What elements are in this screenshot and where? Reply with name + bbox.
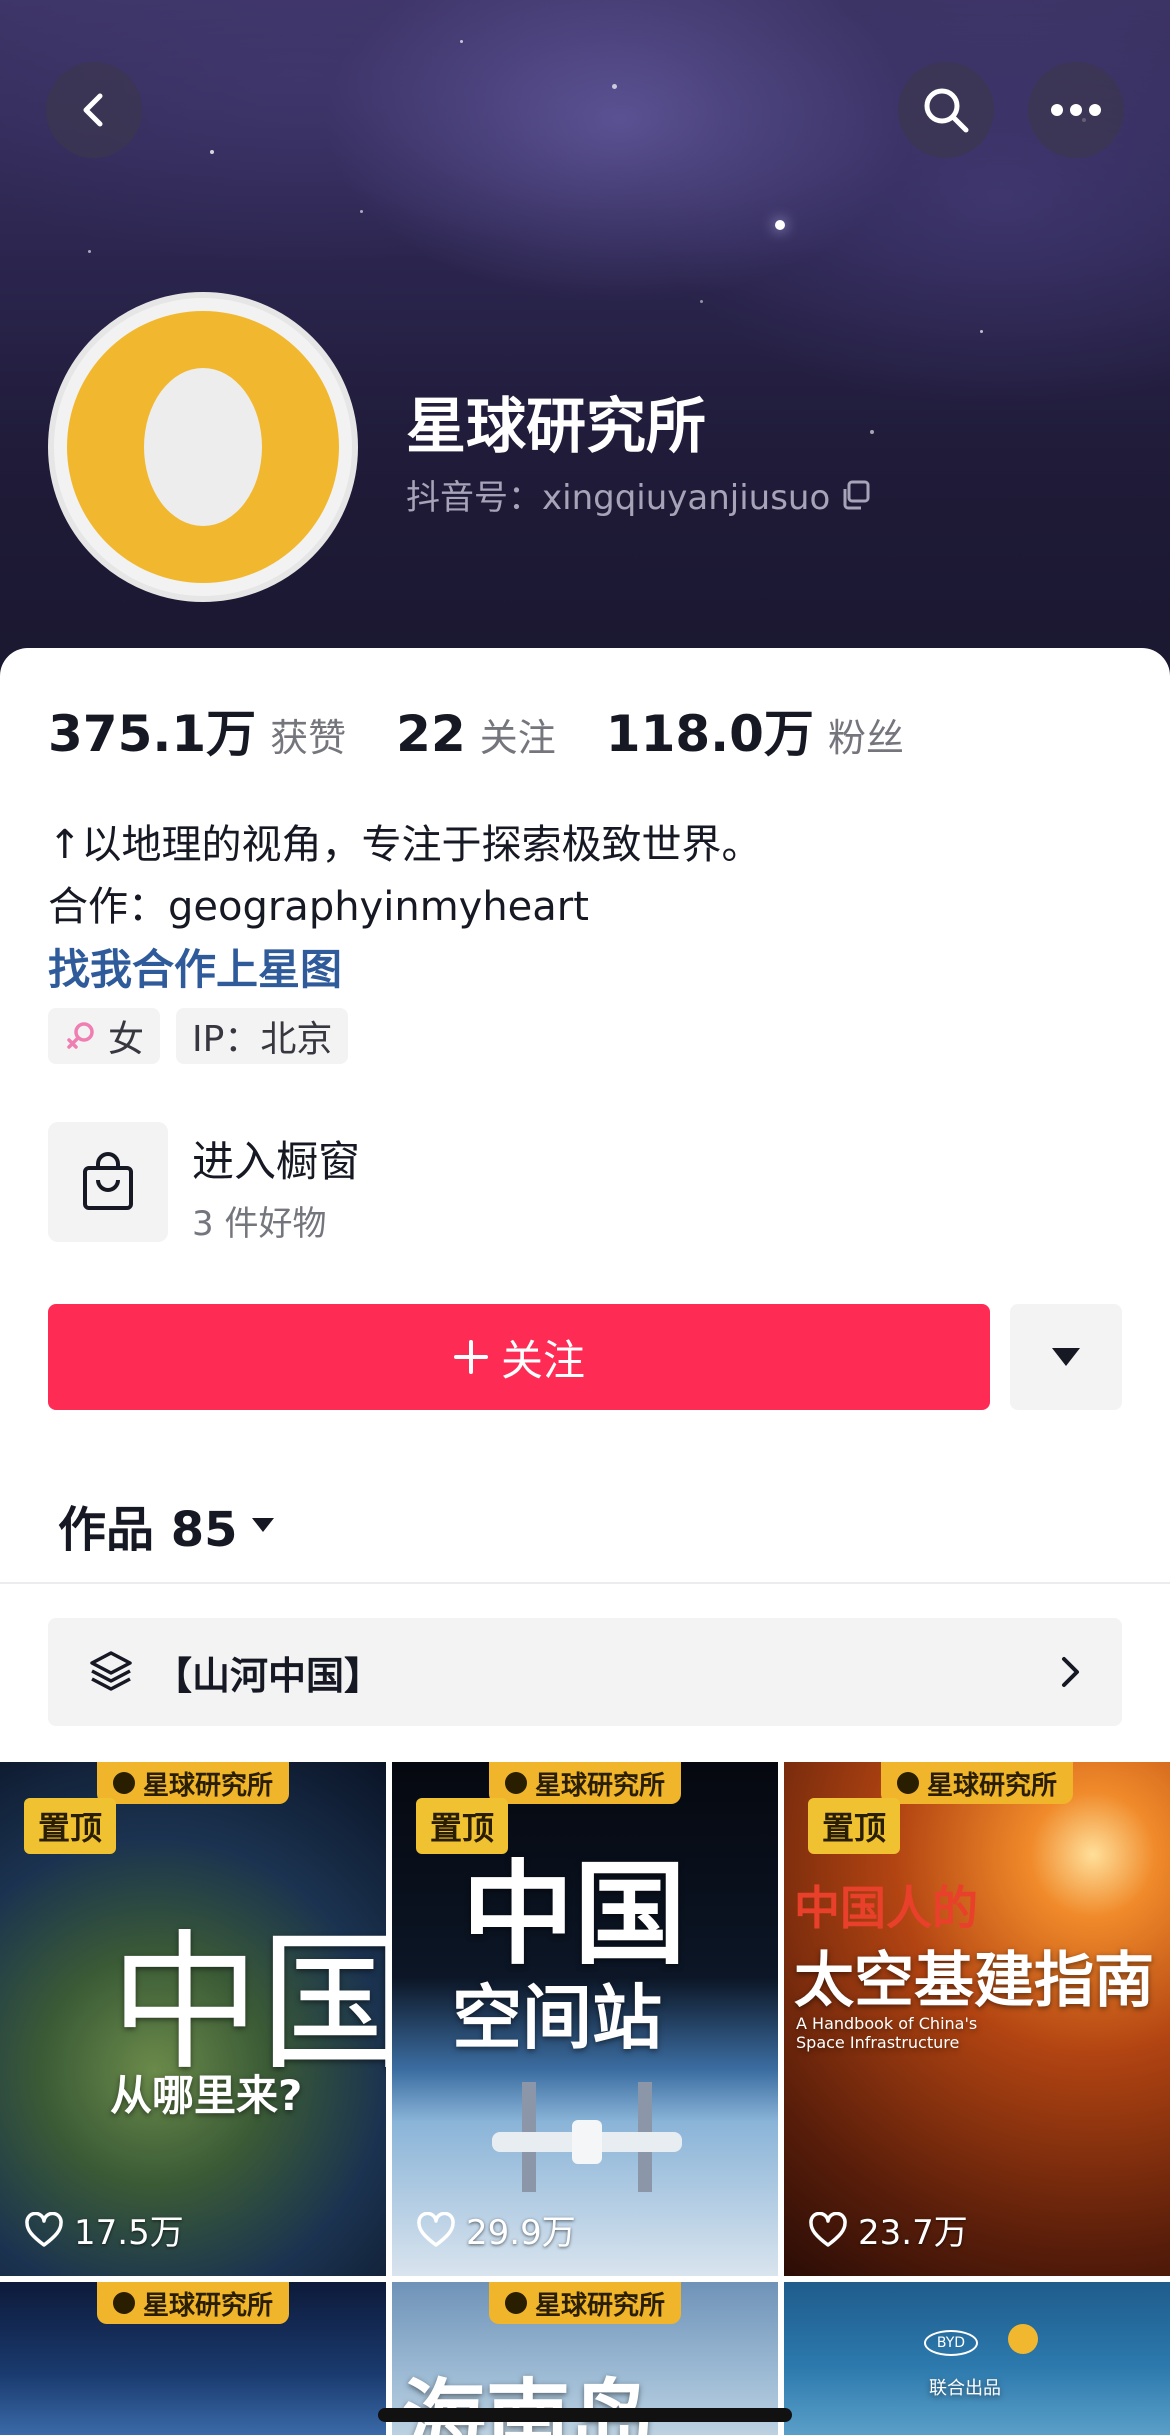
followers-count[interactable]: 118.0万	[606, 694, 814, 766]
home-indicator	[378, 2408, 792, 2422]
follow-label: 关注	[500, 1335, 585, 1385]
gender-tag: 女	[48, 1008, 161, 1064]
back-button[interactable]	[46, 62, 142, 158]
video-likes: 17.5万	[24, 2205, 184, 2254]
search-icon	[924, 88, 969, 133]
followers-label[interactable]: 粉丝	[828, 707, 904, 762]
shop-window-button[interactable]	[48, 1122, 168, 1242]
cover-caption: 联合出品	[929, 2378, 1001, 2399]
star	[700, 300, 703, 303]
collection-entry[interactable]: 【山河中国】	[48, 1618, 1122, 1726]
video-tile[interactable]: 星球研究所 置顶 中国 空间站 29.9万	[392, 1762, 778, 2276]
video-tile[interactable]: 星球研究所 置顶 中国 从哪里来? 17.5万	[0, 1762, 386, 2276]
video-likes: 29.9万	[416, 2205, 576, 2254]
heart-icon	[417, 2211, 455, 2247]
cover-subtitle: 空间站	[452, 1977, 662, 2059]
gender-label: 女	[108, 1019, 145, 1060]
stats-row: 375.1万 获赞 22 关注 118.0万 粉丝	[48, 694, 954, 766]
divider	[0, 1582, 1170, 1584]
douyin-id[interactable]: 抖音号：xingqiuyanjiusuo	[406, 470, 872, 519]
ip-tag: IP：北京	[176, 1008, 349, 1064]
profile-name: 星球研究所	[406, 392, 706, 462]
douyin-id-text: 抖音号：xingqiuyanjiusuo	[406, 478, 831, 518]
cover-title: 中国人的	[794, 1881, 978, 1935]
following-count[interactable]: 22	[396, 705, 466, 763]
heart-icon	[25, 2211, 63, 2247]
cover-title: 海南岛	[402, 2370, 655, 2435]
pinned-badge: 置顶	[808, 1798, 901, 1854]
likes-label: 获赞	[270, 716, 347, 760]
video-tile[interactable]: BYD 联合出品	[784, 2282, 1170, 2435]
following-label[interactable]: 关注	[480, 707, 556, 762]
brand-badge: 星球研究所	[488, 1762, 682, 1804]
female-icon	[67, 1022, 94, 1049]
video-likes: 23.7万	[808, 2205, 968, 2254]
plus-icon	[453, 1340, 488, 1374]
copy-icon[interactable]	[840, 479, 872, 511]
brand-logo	[1008, 2324, 1038, 2354]
star	[870, 430, 874, 434]
follow-button[interactable]: 关注	[48, 1304, 990, 1410]
search-button[interactable]	[898, 62, 994, 158]
more-button[interactable]	[1028, 62, 1124, 158]
star	[360, 210, 363, 213]
avatar-logo	[67, 311, 339, 583]
triangle-down-icon	[251, 1518, 274, 1532]
more-icon	[1051, 104, 1101, 116]
collection-label: 【山河中国】	[154, 1653, 383, 1698]
star	[88, 250, 91, 253]
chevron-right-icon	[1062, 1657, 1079, 1687]
triangle-down-icon	[1052, 1348, 1080, 1366]
shop-window-count: 3 件好物	[192, 1204, 327, 1244]
brand-badge: 星球研究所	[96, 2282, 290, 2324]
video-tile[interactable]: 星球研究所 置顶 中国人的 太空基建指南 A Handbook of China…	[784, 1762, 1170, 2276]
star	[210, 150, 214, 154]
back-icon	[83, 93, 103, 127]
byd-logo: BYD	[924, 2330, 978, 2356]
cover-caption: A Handbook of China's Space Infrastructu…	[796, 2014, 978, 2052]
works-tab[interactable]: 作品 85	[58, 1490, 276, 1560]
cover-subtitle: 从哪里来?	[110, 2071, 303, 2120]
star	[775, 220, 785, 230]
bio-line-1: ↑以地理的视角，专注于探索极致世界。	[48, 822, 762, 868]
heart-icon	[809, 2211, 847, 2247]
layers-icon	[90, 1651, 132, 1691]
brand-badge: 星球研究所	[488, 2282, 682, 2324]
brand-badge: 星球研究所	[96, 1762, 290, 1804]
shop-window-title[interactable]: 进入橱窗	[192, 1128, 360, 1189]
brand-badge: 星球研究所	[880, 1762, 1074, 1804]
collab-link[interactable]: 找我合作上星图	[48, 936, 342, 997]
cover-subtitle: 太空基建指南	[794, 1946, 1154, 2016]
video-tile[interactable]: 星球研究所	[0, 2282, 386, 2435]
star	[980, 330, 983, 333]
space-station-illustration	[492, 2082, 682, 2192]
star	[612, 84, 617, 89]
bio-line-2: 合作：geographyinmyheart	[48, 884, 589, 930]
star	[460, 40, 463, 43]
avatar[interactable]	[48, 292, 358, 602]
pinned-badge: 置顶	[24, 1798, 117, 1854]
follow-more-button[interactable]	[1010, 1304, 1122, 1410]
works-label: 作品 85	[58, 1502, 238, 1558]
shopping-bag-icon	[83, 1152, 133, 1210]
likes-count: 375.1万	[48, 705, 257, 763]
